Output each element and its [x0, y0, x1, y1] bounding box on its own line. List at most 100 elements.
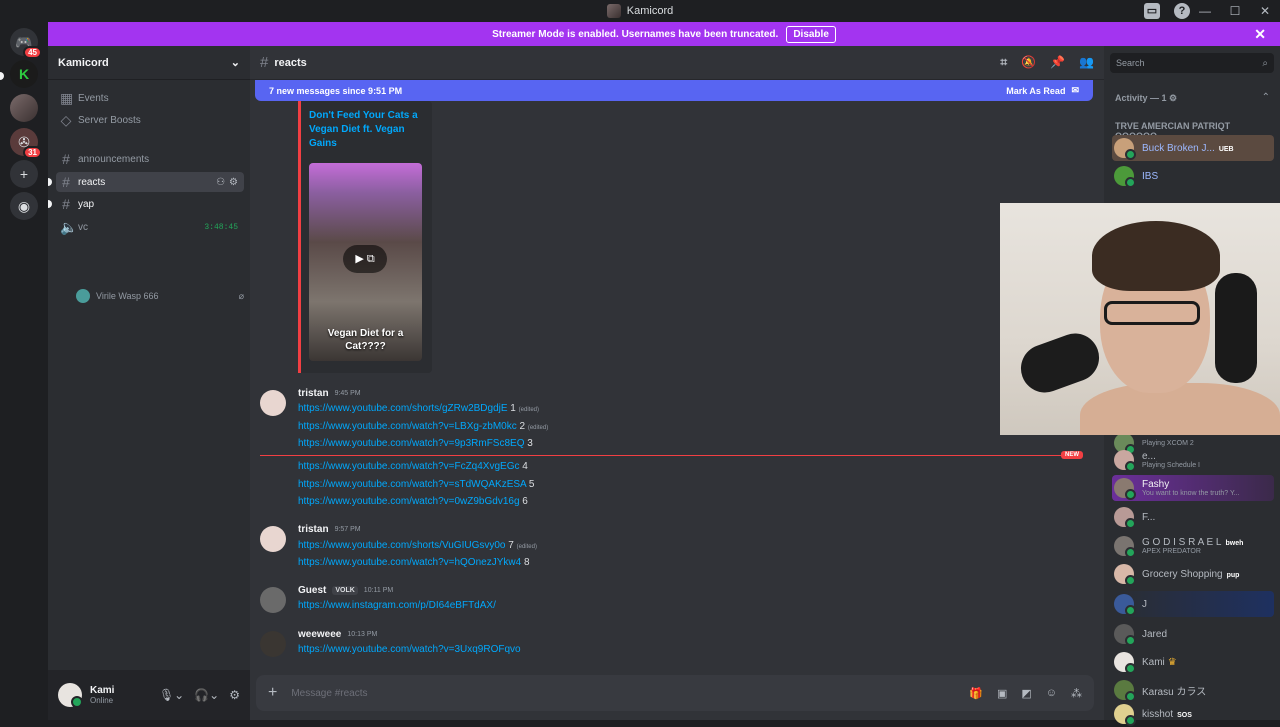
- message-author[interactable]: Guest: [298, 585, 326, 596]
- webcam-glasses: [1104, 301, 1200, 325]
- disable-streamer-mode-button[interactable]: Disable: [786, 25, 836, 43]
- member-item[interactable]: Karasu カラス: [1112, 677, 1274, 703]
- member-item[interactable]: Grocery Shopping pup: [1112, 561, 1274, 587]
- inbox-icon[interactable]: ▭: [1144, 3, 1160, 19]
- avatar: [1114, 450, 1136, 472]
- avatar[interactable]: [260, 631, 286, 657]
- member-name: Karasu カラス: [1142, 686, 1207, 698]
- threads-icon[interactable]: ⌗: [1000, 55, 1007, 70]
- pin-icon[interactable]: 📌: [1050, 55, 1065, 70]
- member-activity: Playing Schedule I: [1142, 462, 1200, 469]
- search-input[interactable]: Search ⌕: [1110, 53, 1274, 73]
- message-link[interactable]: https://www.youtube.com/watch?v=0wZ9bGdv…: [298, 496, 520, 507]
- member-name: Buck Broken J...: [1142, 142, 1215, 154]
- avatar: [1114, 166, 1136, 188]
- message-author[interactable]: weeweee: [298, 629, 341, 640]
- activity-header[interactable]: Activity — 1 ⚙: [1115, 93, 1177, 104]
- message-link[interactable]: https://www.youtube.com/watch?v=3Uxq9ROF…: [298, 644, 521, 655]
- message-composer[interactable]: + Message #reacts 🎁 ▣ ◩ ☺ ⁂: [256, 675, 1094, 711]
- help-icon[interactable]: ?: [1174, 3, 1190, 19]
- channel-sidebar: Kamicord ⌄ ▦ Events ◇ Server Boosts # an…: [48, 46, 250, 720]
- minimize-button[interactable]: —: [1190, 4, 1220, 18]
- sidebar-item-events[interactable]: ▦ Events: [56, 88, 244, 108]
- avatar[interactable]: [260, 526, 286, 552]
- new-messages-bar[interactable]: 7 new messages since 9:51 PM Mark As Rea…: [255, 80, 1093, 101]
- apps-icon[interactable]: ⁂: [1071, 687, 1082, 700]
- avatar[interactable]: [260, 390, 286, 416]
- message-timestamp: 9:45 PM: [334, 390, 361, 397]
- message-link[interactable]: https://www.youtube.com/watch?v=9p3RmFSc…: [298, 438, 525, 449]
- chevron-up-icon[interactable]: ⌃: [1262, 92, 1270, 103]
- message-link[interactable]: https://www.youtube.com/watch?v=LBXg-zbM…: [298, 421, 517, 432]
- gear-icon[interactable]: ⚙: [229, 177, 238, 188]
- server-icon-k[interactable]: K: [10, 60, 38, 88]
- sidebar-item-vc[interactable]: 🔈 vc 3:48:45: [56, 217, 244, 237]
- sidebar-item-announcements[interactable]: # announcements: [56, 149, 244, 169]
- message-link[interactable]: https://www.youtube.com/watch?v=sTdWQAKz…: [298, 479, 526, 490]
- member-list-icon[interactable]: 👥: [1079, 55, 1094, 70]
- gear-icon[interactable]: ⚙: [229, 688, 240, 702]
- gif-icon[interactable]: ▣: [997, 687, 1007, 700]
- add-member-icon[interactable]: ⚇: [216, 177, 225, 188]
- server-icon-kamicord[interactable]: [10, 94, 38, 122]
- member-item[interactable]: G O D I S R A E Lbweh APEX PREDATOR: [1112, 533, 1274, 559]
- sidebar-item-label: yap: [78, 198, 95, 210]
- sidebar-item-reacts[interactable]: # reacts ⚇ ⚙: [56, 172, 244, 192]
- message-suffix: 4: [519, 461, 528, 472]
- video-thumbnail[interactable]: ▶ ⧉ Vegan Diet for a Cat????: [309, 163, 422, 361]
- title-bar: Kamicord ▭ ? — ☐ ✕: [0, 0, 1280, 22]
- embed-title[interactable]: Don't Feed Your Cats a Vegan Diet ft. Ve…: [309, 109, 423, 151]
- sidebar-item-server-boosts[interactable]: ◇ Server Boosts: [56, 110, 244, 130]
- hash-icon: #: [62, 151, 70, 167]
- message-author[interactable]: tristan: [298, 524, 329, 535]
- server-header[interactable]: Kamicord ⌄: [48, 46, 250, 80]
- mark-as-read-button[interactable]: Mark As Read: [1006, 86, 1065, 96]
- add-server-button[interactable]: +: [10, 160, 38, 188]
- avatar: [1114, 536, 1136, 558]
- member-item[interactable]: Jared: [1112, 621, 1274, 647]
- gift-icon[interactable]: 🎁: [969, 687, 983, 700]
- attach-plus-icon[interactable]: +: [268, 684, 277, 702]
- sticker-icon[interactable]: ◩: [1021, 687, 1031, 700]
- mark-read-icon: ✉: [1071, 85, 1079, 95]
- member-item[interactable]: e... Playing Schedule I: [1112, 447, 1274, 473]
- member-item[interactable]: Fashy You want to know the truth? Y...: [1112, 475, 1274, 501]
- message-input[interactable]: Message #reacts: [291, 688, 367, 699]
- headphones-icon[interactable]: 🎧⌄: [194, 688, 219, 702]
- emoji-icon[interactable]: ☺: [1046, 687, 1057, 700]
- voice-user[interactable]: Virile Wasp 666 ⌀: [76, 287, 244, 305]
- streamer-mode-text: Streamer Mode is enabled. Usernames have…: [492, 28, 779, 40]
- notification-bell-icon[interactable]: 🔕: [1021, 55, 1036, 70]
- play-icon[interactable]: ▶ ⧉: [343, 245, 387, 273]
- avatar[interactable]: [260, 587, 286, 613]
- member-name: IBS: [1142, 170, 1159, 182]
- message-link[interactable]: https://www.instagram.com/p/DI64eBFTdAX/: [298, 600, 496, 611]
- member-item[interactable]: Buck Broken J... UEB: [1112, 135, 1274, 161]
- message-link[interactable]: https://www.youtube.com/shorts/gZRw2BDgd…: [298, 403, 508, 414]
- message-link[interactable]: https://www.youtube.com/shorts/VuGIUGsvy…: [298, 540, 506, 551]
- member-activity: You want to know the truth? Y...: [1142, 490, 1240, 497]
- member-item[interactable]: F...: [1112, 504, 1274, 530]
- close-icon[interactable]: ✕: [1254, 26, 1266, 43]
- member-name: kisshot: [1142, 708, 1174, 720]
- message-link[interactable]: https://www.youtube.com/watch?v=FcZq4Xvg…: [298, 461, 519, 472]
- member-item[interactable]: Kami ♛: [1112, 649, 1274, 675]
- avatar[interactable]: [58, 683, 83, 708]
- close-window-button[interactable]: ✕: [1250, 4, 1280, 18]
- member-item[interactable]: IBS: [1112, 163, 1274, 189]
- webcam-person-body: [1080, 383, 1280, 435]
- member-item[interactable]: kisshot SOS: [1112, 701, 1274, 727]
- member-name: Grocery Shopping: [1142, 568, 1223, 580]
- server-icon-film[interactable]: ✇ 31: [10, 128, 42, 159]
- microphone-icon[interactable]: 🎙⌄: [159, 688, 184, 702]
- discover-button[interactable]: ◉: [10, 192, 38, 220]
- member-tag-badge: SOS: [1177, 711, 1192, 719]
- maximize-button[interactable]: ☐: [1220, 4, 1250, 18]
- direct-messages-button[interactable]: 🎮 45: [10, 28, 42, 59]
- message-link[interactable]: https://www.youtube.com/watch?v=hQOnezJY…: [298, 557, 521, 568]
- message-suffix: 8: [521, 557, 530, 568]
- message-author[interactable]: tristan: [298, 388, 329, 399]
- member-item[interactable]: J: [1112, 591, 1274, 617]
- sidebar-item-yap[interactable]: # yap: [56, 194, 244, 214]
- message-line: https://www.youtube.com/shorts/VuGIUGsvy…: [298, 540, 537, 551]
